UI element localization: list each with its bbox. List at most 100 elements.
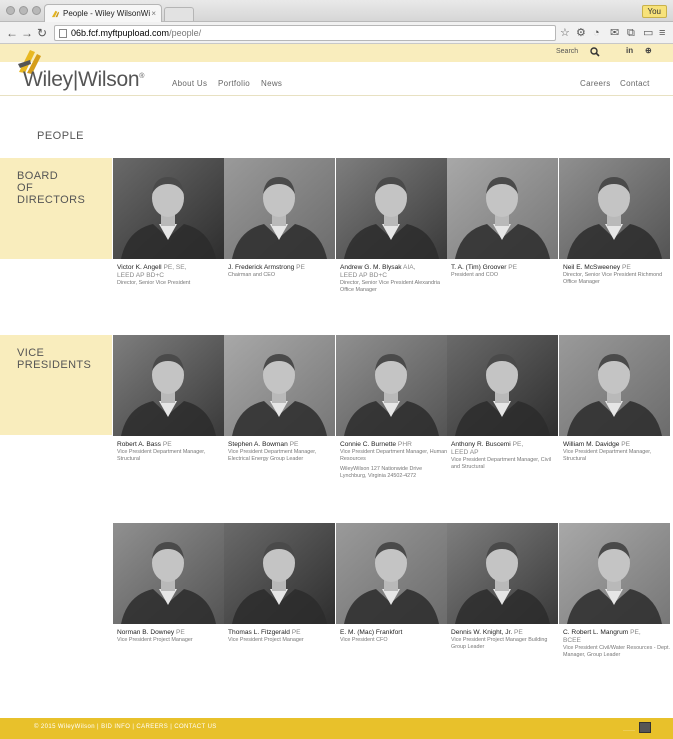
- translate-extension-icon[interactable]: ⧉: [627, 26, 635, 40]
- portrait-image: [113, 158, 224, 259]
- forward-arrow-icon[interactable]: →: [21, 25, 33, 41]
- reload-icon[interactable]: ↻: [37, 25, 47, 41]
- person-name-line[interactable]: Neil E. McSweeney PE: [563, 264, 671, 272]
- person-name-line[interactable]: Robert A. Bass PE: [117, 441, 225, 449]
- person-photo[interactable]: [559, 335, 670, 436]
- person-caption: Norman B. Downey PE Vice President Proje…: [117, 629, 225, 648]
- person-name-line[interactable]: William M. Davidge PE: [563, 441, 671, 449]
- person-title: Vice President Department Manager, Human…: [340, 449, 448, 462]
- person-photo[interactable]: [224, 523, 335, 624]
- nav-news[interactable]: News: [261, 79, 282, 88]
- portrait-image: [336, 158, 447, 259]
- nav-careers[interactable]: Careers: [580, 79, 611, 88]
- person-name-line[interactable]: Andrew G. M. Blysak AIA,: [340, 264, 448, 272]
- new-tab-button[interactable]: [164, 7, 194, 21]
- linkedin-icon[interactable]: in: [626, 46, 633, 55]
- person-name-line[interactable]: Connie C. Burnette PHR: [340, 441, 448, 449]
- nav-about-us[interactable]: About Us: [172, 79, 207, 88]
- mail-extension-icon[interactable]: ✉: [610, 26, 619, 40]
- portrait-image: [447, 335, 558, 436]
- person-photo[interactable]: [336, 158, 447, 259]
- person-credentials-line2: LEED AP BD+C: [340, 272, 387, 279]
- person-name: E. M. (Mac) Frankfort: [340, 629, 403, 636]
- settings-gear-icon[interactable]: ⚙: [576, 26, 586, 40]
- portrait-image: [447, 158, 558, 259]
- person-credentials: PE, SE,: [161, 264, 187, 271]
- person-photo[interactable]: [113, 335, 224, 436]
- nav-portfolio[interactable]: Portfolio: [218, 79, 250, 88]
- person-caption: William M. Davidge PE Vice President Dep…: [563, 441, 671, 466]
- search-icon[interactable]: [590, 47, 600, 57]
- person-photo[interactable]: [336, 335, 447, 436]
- menu-icon[interactable]: ≡: [659, 26, 665, 40]
- portrait-image: [224, 523, 335, 624]
- person-credentials: PE: [512, 629, 523, 636]
- person-name-line[interactable]: Thomas L. Fitzgerald PE: [228, 629, 336, 637]
- person-caption: Thomas L. Fitzgerald PE Vice President P…: [228, 629, 336, 648]
- person-name: Anthony R. Buscemi: [451, 441, 511, 448]
- person-photo[interactable]: [559, 523, 670, 624]
- person-name-line[interactable]: J. Frederick Armstrong PE: [228, 264, 336, 272]
- person-title: Vice President Project Manager: [117, 637, 193, 643]
- utility-bar: Search in ⊕: [0, 44, 673, 62]
- person-title: Vice President Department Manager, Elect…: [228, 449, 317, 462]
- person-caption: Robert A. Bass PE Vice President Departm…: [117, 441, 225, 466]
- person-name-line[interactable]: Anthony R. Buscemi PE,: [451, 441, 559, 449]
- portrait-image: [224, 335, 335, 436]
- search-label[interactable]: Search: [556, 48, 578, 55]
- extension-icon[interactable]: ◔: [593, 26, 600, 40]
- window-zoom-button[interactable]: [32, 6, 41, 15]
- person-caption: C. Robert L. Mangrum PE, BCEE Vice Presi…: [563, 629, 671, 662]
- person-title: Director, Senior Vice President Richmond…: [563, 272, 663, 285]
- person-title: Vice President CFO: [340, 637, 388, 643]
- profile-badge[interactable]: You: [641, 5, 667, 18]
- nav-contact[interactable]: Contact: [620, 79, 650, 88]
- person-name-line[interactable]: E. M. (Mac) Frankfort: [340, 629, 448, 637]
- window-close-button[interactable]: [6, 6, 15, 15]
- portrait-image: [447, 523, 558, 624]
- person-photo[interactable]: [447, 335, 558, 436]
- tab-title: People - Wiley WilsonWi: [63, 9, 151, 18]
- address-bar[interactable]: 06b.fcf.myftpupload.com/people/: [54, 25, 556, 41]
- person-photo[interactable]: [559, 158, 670, 259]
- person-photo[interactable]: [447, 523, 558, 624]
- bookmark-star-icon[interactable]: ☆: [560, 26, 570, 40]
- browser-tab-strip: People - Wiley WilsonWi × You: [0, 0, 673, 22]
- person-photo[interactable]: [336, 523, 447, 624]
- person-credentials-line2: LEED AP: [451, 449, 479, 456]
- person-caption: Connie C. Burnette PHR Vice President De…: [340, 441, 448, 479]
- person-name-line[interactable]: Victor K. Angell PE, SE,: [117, 264, 225, 272]
- person-name-line[interactable]: T. A. (Tim) Groover PE: [451, 264, 559, 272]
- person-name-line[interactable]: Dennis W. Knight, Jr. PE: [451, 629, 559, 637]
- youtube-icon[interactable]: ⊕: [645, 46, 652, 55]
- person-name: Robert A. Bass: [117, 441, 161, 448]
- person-title: Vice President Project Manager: [228, 637, 304, 643]
- person-name-line[interactable]: C. Robert L. Mangrum PE,: [563, 629, 671, 637]
- person-name: Norman B. Downey: [117, 629, 175, 636]
- portrait-image: [113, 523, 224, 624]
- footer-links[interactable]: © 2015 WileyWilson | BID INFO | CAREERS …: [34, 724, 217, 730]
- person-name-line[interactable]: Stephen A. Bowman PE: [228, 441, 336, 449]
- footer-widget-icon[interactable]: [639, 722, 651, 733]
- person-name: William M. Davidge: [563, 441, 620, 448]
- person-name: Neil E. McSweeney: [563, 264, 621, 271]
- person-address: WileyWilson 127 Nationwide Drive Lynchbu…: [340, 466, 423, 479]
- back-arrow-icon[interactable]: ←: [6, 25, 18, 41]
- person-caption: T. A. (Tim) Groover PE President and COO: [451, 264, 559, 283]
- person-photo[interactable]: [113, 158, 224, 259]
- site-footer: © 2015 WileyWilson | BID INFO | CAREERS …: [0, 718, 673, 739]
- section-label-board: BOARD OF DIRECTORS: [0, 158, 112, 259]
- person-name-line[interactable]: Norman B. Downey PE: [117, 629, 225, 637]
- window-minimize-button[interactable]: [19, 6, 28, 15]
- logo-wordmark[interactable]: Wiley|Wilson®: [23, 68, 144, 92]
- person-photo[interactable]: [224, 335, 335, 436]
- person-photo[interactable]: [113, 523, 224, 624]
- person-name: Connie C. Burnette: [340, 441, 397, 448]
- browser-tab-active[interactable]: People - Wiley WilsonWi ×: [44, 4, 162, 22]
- person-photo[interactable]: [447, 158, 558, 259]
- person-photo[interactable]: [224, 158, 335, 259]
- person-credentials: PE: [160, 441, 172, 448]
- person-caption: Victor K. Angell PE, SE, LEED AP BD+C Di…: [117, 264, 225, 291]
- cast-extension-icon[interactable]: ▭: [643, 26, 653, 40]
- tab-close-icon[interactable]: ×: [151, 5, 156, 22]
